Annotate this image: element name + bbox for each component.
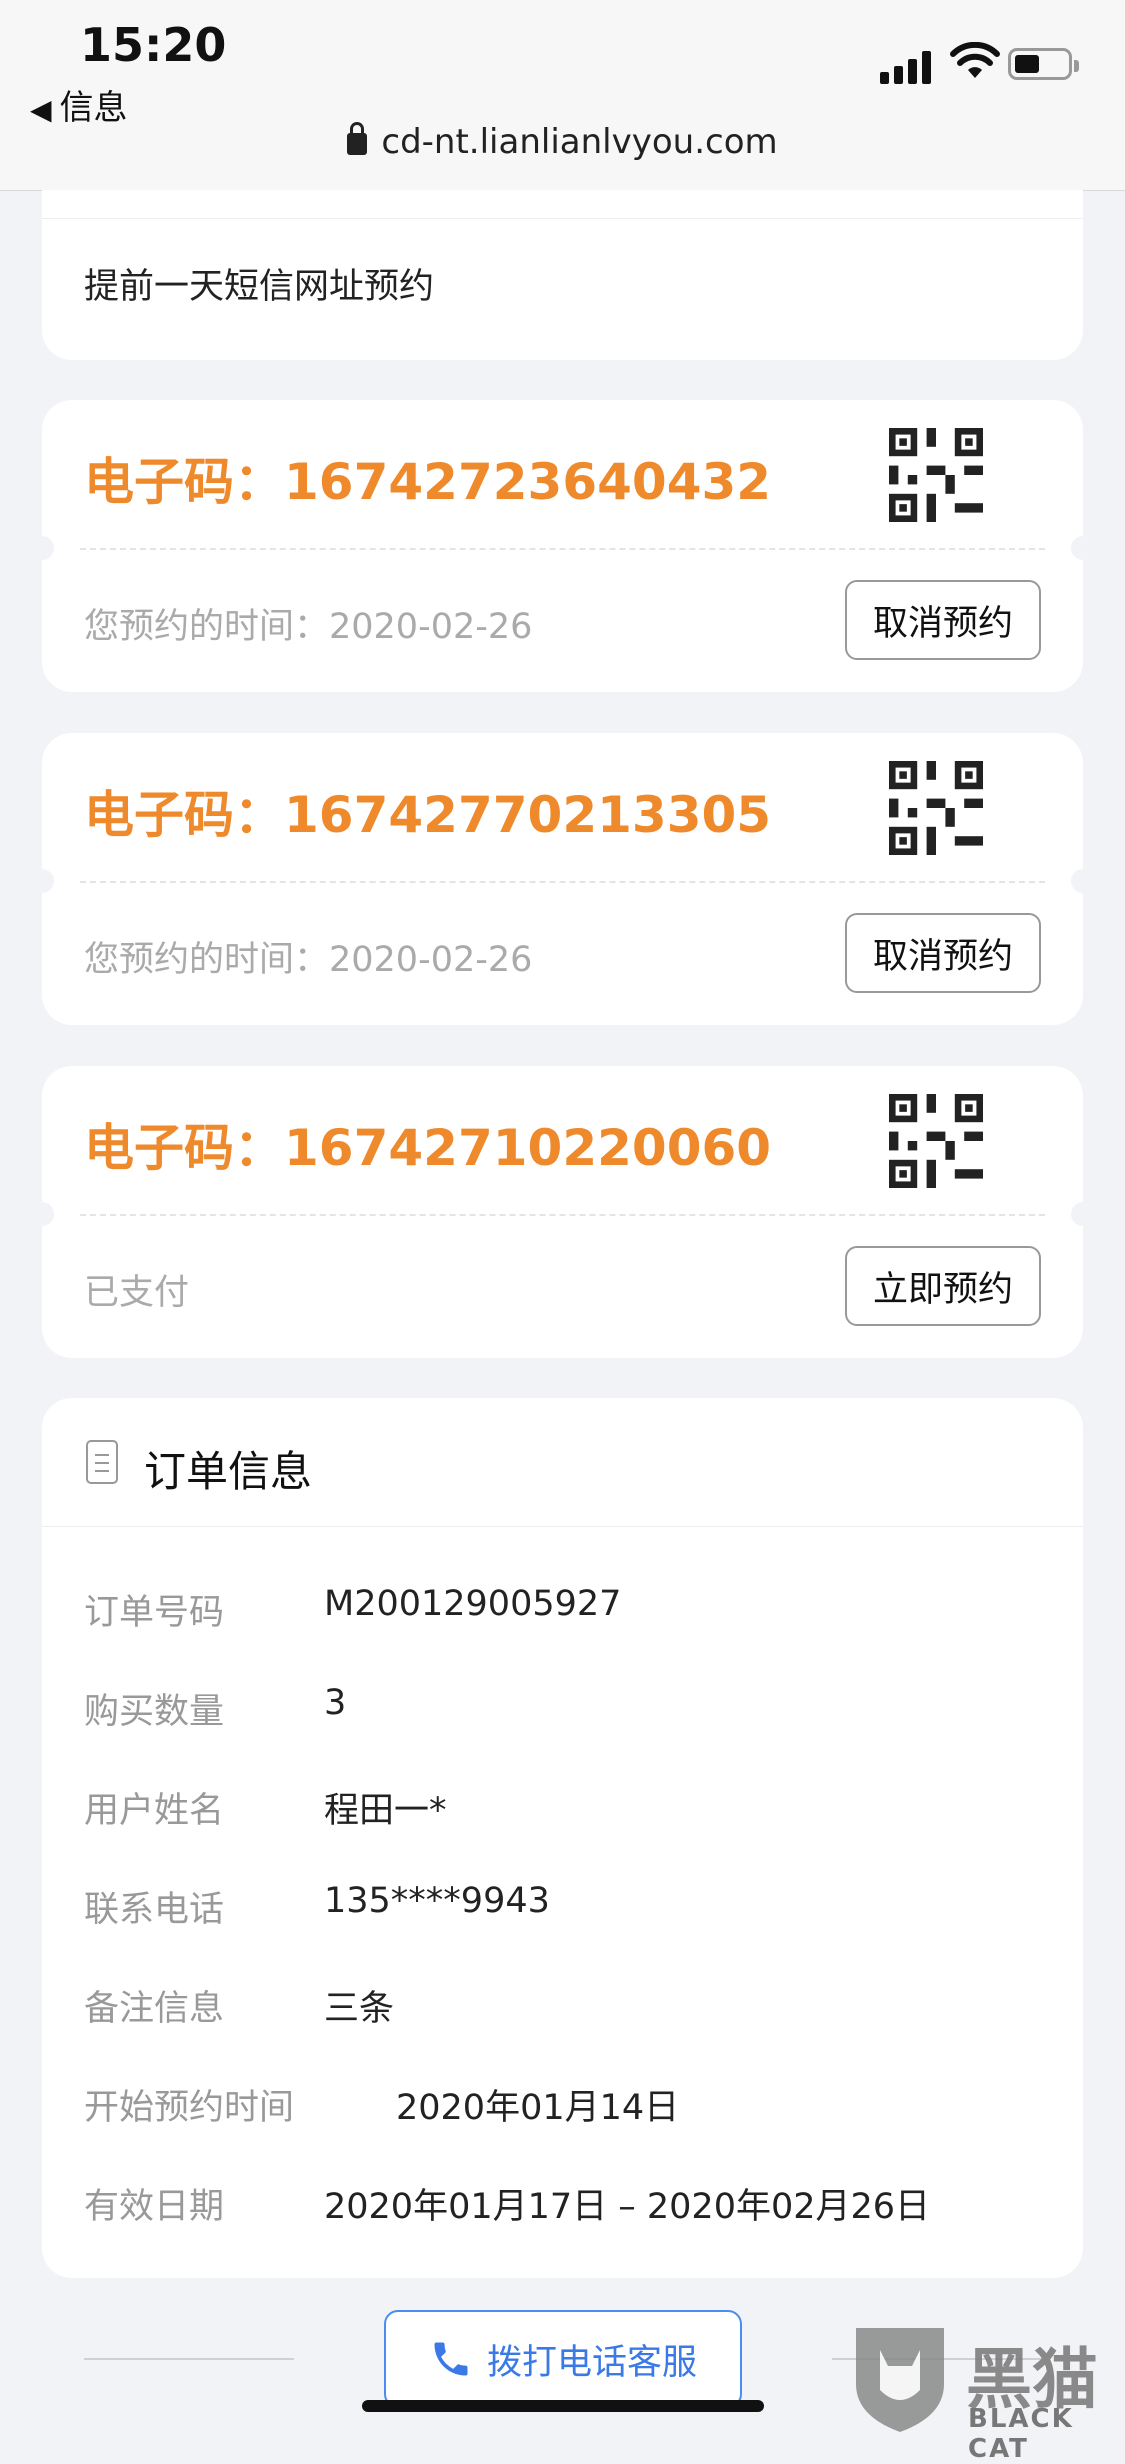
cellular-signal-icon xyxy=(880,48,936,84)
ticket-notch-right xyxy=(1071,869,1095,893)
call-support-label: 拨打电话客服 xyxy=(486,2342,697,2383)
order-row-number: 订单号码 M200129005927 xyxy=(84,1584,621,1635)
order-row-key: 订单号码 xyxy=(84,1593,225,1633)
order-row-key: 用户姓名 xyxy=(84,1791,225,1831)
ecode-label: 电子码：16742770213305 xyxy=(84,786,772,844)
ecode-card: 电子码：16742710220060 已支付 立即预约 xyxy=(30,1066,1095,1358)
wifi-icon xyxy=(950,42,1000,78)
order-row-key: 开始预约时间 xyxy=(84,2088,295,2128)
cat-shield-icon xyxy=(856,2328,944,2432)
watermark-sub: BLACK CAT xyxy=(968,2404,1074,2464)
divider xyxy=(84,2358,294,2360)
perforation-line xyxy=(80,881,1045,883)
divider xyxy=(42,218,1083,219)
order-row-key: 有效日期 xyxy=(84,2187,225,2227)
order-row-value: 2020年01月17日 – 2020年02月26日 xyxy=(324,2187,931,2227)
booking-note: 提前一天短信网址预约 xyxy=(84,267,435,307)
ecode-card: 电子码：16742770213305 您预约的时间：2020-02-26 取消预… xyxy=(30,733,1095,1025)
order-row-valid-period: 有效日期 2020年01月17日 – 2020年02月26日 xyxy=(84,2178,930,2229)
lock-icon xyxy=(347,122,368,155)
payment-status: 已支付 xyxy=(84,1273,190,1313)
ticket-notch-right xyxy=(1071,1202,1095,1226)
ticket-notch-left xyxy=(30,869,54,893)
order-row-phone: 联系电话 135****9943 xyxy=(84,1881,550,1932)
battery-icon xyxy=(1008,48,1079,80)
perforation-line xyxy=(80,1214,1045,1216)
ticket-notch-left xyxy=(30,536,54,560)
ecode-card: 电子码：16742723640432 您预约的时间：2020-02-26 取消预… xyxy=(30,400,1095,692)
booking-note-card: 提前一天短信网址预约 xyxy=(42,190,1083,360)
reserve-now-button[interactable]: 立即预约 xyxy=(845,1246,1041,1326)
order-row-key: 备注信息 xyxy=(84,1989,225,2029)
order-row-value: 2020年01月14日 xyxy=(396,2088,680,2128)
url-text: cd-nt.lianlianlvyou.com xyxy=(381,122,778,162)
order-row-value: 3 xyxy=(324,1683,347,1723)
address-bar[interactable]: cd-nt.lianlianlvyou.com xyxy=(0,122,1125,162)
phone-icon xyxy=(434,2342,468,2376)
order-row-start-time: 开始预约时间 2020年01月14日 xyxy=(84,2079,679,2130)
qr-code-icon[interactable] xyxy=(889,761,983,855)
ecode-label: 电子码：16742710220060 xyxy=(84,1119,772,1177)
ticket-notch-left xyxy=(30,1202,54,1226)
call-support-button[interactable]: 拨打电话客服 xyxy=(384,2310,742,2408)
order-info-title: 订单信息 xyxy=(144,1447,313,1496)
perforation-line xyxy=(80,548,1045,550)
home-indicator xyxy=(362,2400,764,2412)
order-row-value: M200129005927 xyxy=(324,1584,622,1624)
order-row-value: 程田一* xyxy=(324,1791,447,1831)
document-icon xyxy=(86,1440,118,1484)
order-row-remark: 备注信息 三条 xyxy=(84,1980,394,2031)
status-bar: 15:20 ◀ 信息 cd-nt.lianlianlvyou.com xyxy=(0,0,1125,191)
order-row-username: 用户姓名 程田一* xyxy=(84,1782,447,1833)
order-row-quantity: 购买数量 3 xyxy=(84,1683,346,1734)
blackcat-watermark: 黑猫 BLACK CAT xyxy=(850,2320,1125,2464)
order-row-key: 购买数量 xyxy=(84,1692,225,1732)
qr-code-icon[interactable] xyxy=(889,1094,983,1188)
order-row-value: 135****9943 xyxy=(324,1881,550,1921)
qr-code-icon[interactable] xyxy=(889,428,983,522)
order-info-header: 订单信息 xyxy=(42,1398,1083,1527)
order-row-key: 联系电话 xyxy=(84,1890,225,1930)
order-info-card: 订单信息 订单号码 M200129005927 购买数量 3 用户姓名 程田一* 联系… xyxy=(42,1398,1083,2278)
reservation-time: 您预约的时间：2020-02-26 xyxy=(84,607,533,647)
order-row-value: 三条 xyxy=(324,1989,395,2029)
ecode-label: 电子码：16742723640432 xyxy=(84,453,772,511)
cancel-reservation-button[interactable]: 取消预约 xyxy=(845,913,1041,993)
ticket-notch-right xyxy=(1071,536,1095,560)
status-time: 15:20 xyxy=(80,18,227,72)
reservation-time: 您预约的时间：2020-02-26 xyxy=(84,940,533,980)
cancel-reservation-button[interactable]: 取消预约 xyxy=(845,580,1041,660)
